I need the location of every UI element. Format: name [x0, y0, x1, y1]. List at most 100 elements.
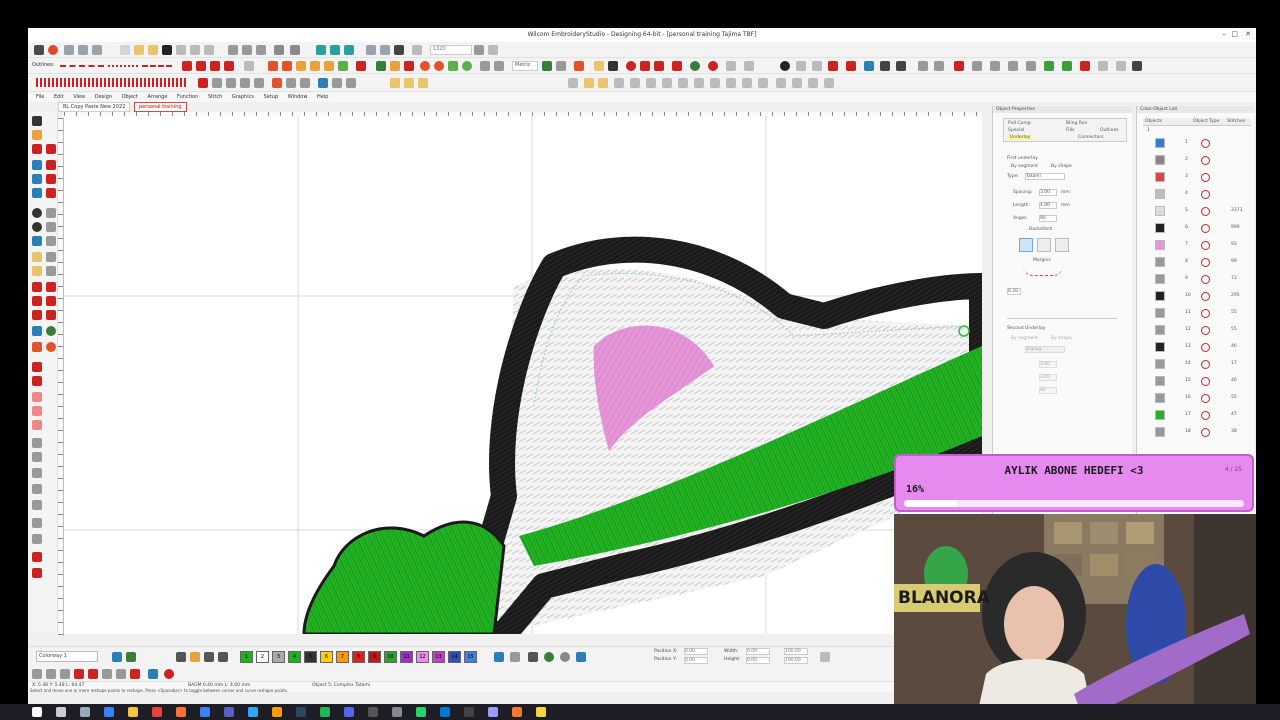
tool-icon[interactable]	[212, 78, 222, 88]
satin-icon[interactable]	[182, 61, 192, 71]
tool-icon[interactable]	[60, 669, 70, 679]
tool-icon[interactable]	[418, 78, 428, 88]
tool-icon[interactable]	[972, 61, 982, 71]
tool-icon[interactable]	[46, 669, 56, 679]
edge-icon[interactable]	[104, 707, 114, 717]
by-segment-radio[interactable]: By segment	[1011, 164, 1038, 169]
color-swatch[interactable]: 14	[448, 651, 461, 663]
first-underlay-checkbox[interactable]: First underlay	[1007, 156, 1038, 161]
by-segment-radio-2[interactable]: By segment	[1011, 336, 1038, 341]
tool-icon[interactable]	[254, 78, 264, 88]
tool-icon[interactable]	[690, 61, 700, 71]
explorer-icon[interactable]	[128, 707, 138, 717]
discord-icon[interactable]	[344, 707, 354, 717]
tool-icon[interactable]	[164, 669, 174, 679]
tool-icon[interactable]	[46, 252, 56, 262]
tab-pull-comp[interactable]: Pull Comp	[1008, 121, 1031, 126]
list-item[interactable]: 14 17	[1143, 357, 1251, 372]
tool-icon[interactable]	[32, 310, 42, 320]
list-item[interactable]: 15 46	[1143, 374, 1251, 389]
list-item[interactable]: 2	[1143, 153, 1251, 168]
tool-icon[interactable]	[32, 500, 42, 510]
tool-icon[interactable]	[32, 518, 42, 528]
color-swatch[interactable]: 4	[288, 651, 301, 663]
tool-icon[interactable]	[32, 282, 42, 292]
tool-icon[interactable]	[32, 252, 42, 262]
scale-width-input[interactable]: 100.00	[784, 648, 808, 655]
tool-icon[interactable]	[46, 174, 56, 184]
color-swatch[interactable]: 13	[432, 651, 445, 663]
length-input[interactable]: 4.00	[1039, 202, 1057, 209]
tool-icon[interactable]	[116, 669, 126, 679]
cut-icon[interactable]	[228, 45, 238, 55]
paint-bucket-icon[interactable]	[126, 652, 136, 662]
circle-icon[interactable]	[32, 222, 42, 232]
second-underlay-checkbox[interactable]: Second Underlay	[1007, 326, 1045, 331]
tool-icon[interactable]	[380, 45, 390, 55]
tool-icon[interactable]	[46, 188, 56, 198]
tab-outlines[interactable]: Outlines	[1100, 128, 1119, 133]
tool-icon[interactable]	[318, 78, 328, 88]
windows-start-icon[interactable]	[32, 707, 42, 717]
tool-icon[interactable]	[824, 78, 834, 88]
list-item[interactable]: 10 295	[1143, 289, 1251, 304]
tool-icon[interactable]	[404, 78, 414, 88]
list-item[interactable]: 18 38	[1143, 425, 1251, 440]
tool-icon[interactable]	[32, 552, 42, 562]
tool-icon[interactable]	[542, 61, 552, 71]
underlay-pattern-button[interactable]	[1019, 238, 1033, 252]
travel-icon[interactable]	[316, 45, 326, 55]
tool-icon[interactable]	[46, 160, 56, 170]
list-item[interactable]: 7 93	[1143, 238, 1251, 253]
photoshop-icon[interactable]	[248, 707, 258, 717]
list-item[interactable]: 11 55	[1143, 306, 1251, 321]
zoom-icon[interactable]	[204, 45, 214, 55]
underlay-pattern-button[interactable]	[1037, 238, 1051, 252]
color-swatch[interactable]: 11	[400, 651, 413, 663]
color-swatch[interactable]: 3	[272, 651, 285, 663]
pen-icon[interactable]	[46, 144, 56, 154]
task-view-icon[interactable]	[80, 707, 90, 717]
list-item[interactable]: 4	[1143, 187, 1251, 202]
list-item[interactable]: 16 55	[1143, 391, 1251, 406]
tool-icon[interactable]	[32, 376, 42, 386]
tab-special[interactable]: Special	[1008, 128, 1024, 133]
tool-icon[interactable]	[46, 236, 56, 246]
steam-icon[interactable]	[296, 707, 306, 717]
color-swatch[interactable]: 12	[416, 651, 429, 663]
color-swatch[interactable]: 8	[352, 651, 365, 663]
tool-icon[interactable]	[1080, 61, 1090, 71]
tool-icon[interactable]	[300, 78, 310, 88]
tool-icon[interactable]	[332, 78, 342, 88]
tool-icon[interactable]	[226, 78, 236, 88]
minimize-button[interactable]: –	[1223, 30, 1227, 38]
mail-icon[interactable]	[200, 707, 210, 717]
tool-icon[interactable]	[828, 61, 838, 71]
tool-icon[interactable]	[1062, 61, 1072, 71]
premiere-icon[interactable]	[488, 707, 498, 717]
tool-icon[interactable]	[726, 78, 736, 88]
firefox-icon[interactable]	[176, 707, 186, 717]
tool-icon[interactable]	[92, 45, 102, 55]
tool-icon[interactable]	[1116, 61, 1126, 71]
search-icon[interactable]	[56, 707, 66, 717]
height-input[interactable]: 0.00	[746, 657, 770, 664]
menu-arrange[interactable]: Arrange	[147, 94, 167, 100]
menu-help[interactable]: Help	[317, 94, 328, 100]
menu-stitch[interactable]: Stitch	[208, 94, 222, 100]
tool-icon[interactable]	[1026, 61, 1036, 71]
color-swatch[interactable]: 2	[256, 651, 269, 663]
tool-icon[interactable]	[32, 468, 42, 478]
pencil-icon[interactable]	[268, 61, 278, 71]
grid-icon[interactable]	[494, 61, 504, 71]
pen-icon[interactable]	[32, 144, 42, 154]
tool-icon[interactable]	[412, 45, 422, 55]
tool-icon[interactable]	[758, 78, 768, 88]
eyedropper-icon[interactable]	[176, 652, 186, 662]
tool-icon[interactable]	[488, 45, 498, 55]
tool-icon[interactable]	[32, 484, 42, 494]
wilcom-icon[interactable]	[48, 45, 58, 55]
tool-icon[interactable]	[528, 652, 538, 662]
menu-object[interactable]: Object	[122, 94, 138, 100]
list-item[interactable]: 13 46	[1143, 340, 1251, 355]
